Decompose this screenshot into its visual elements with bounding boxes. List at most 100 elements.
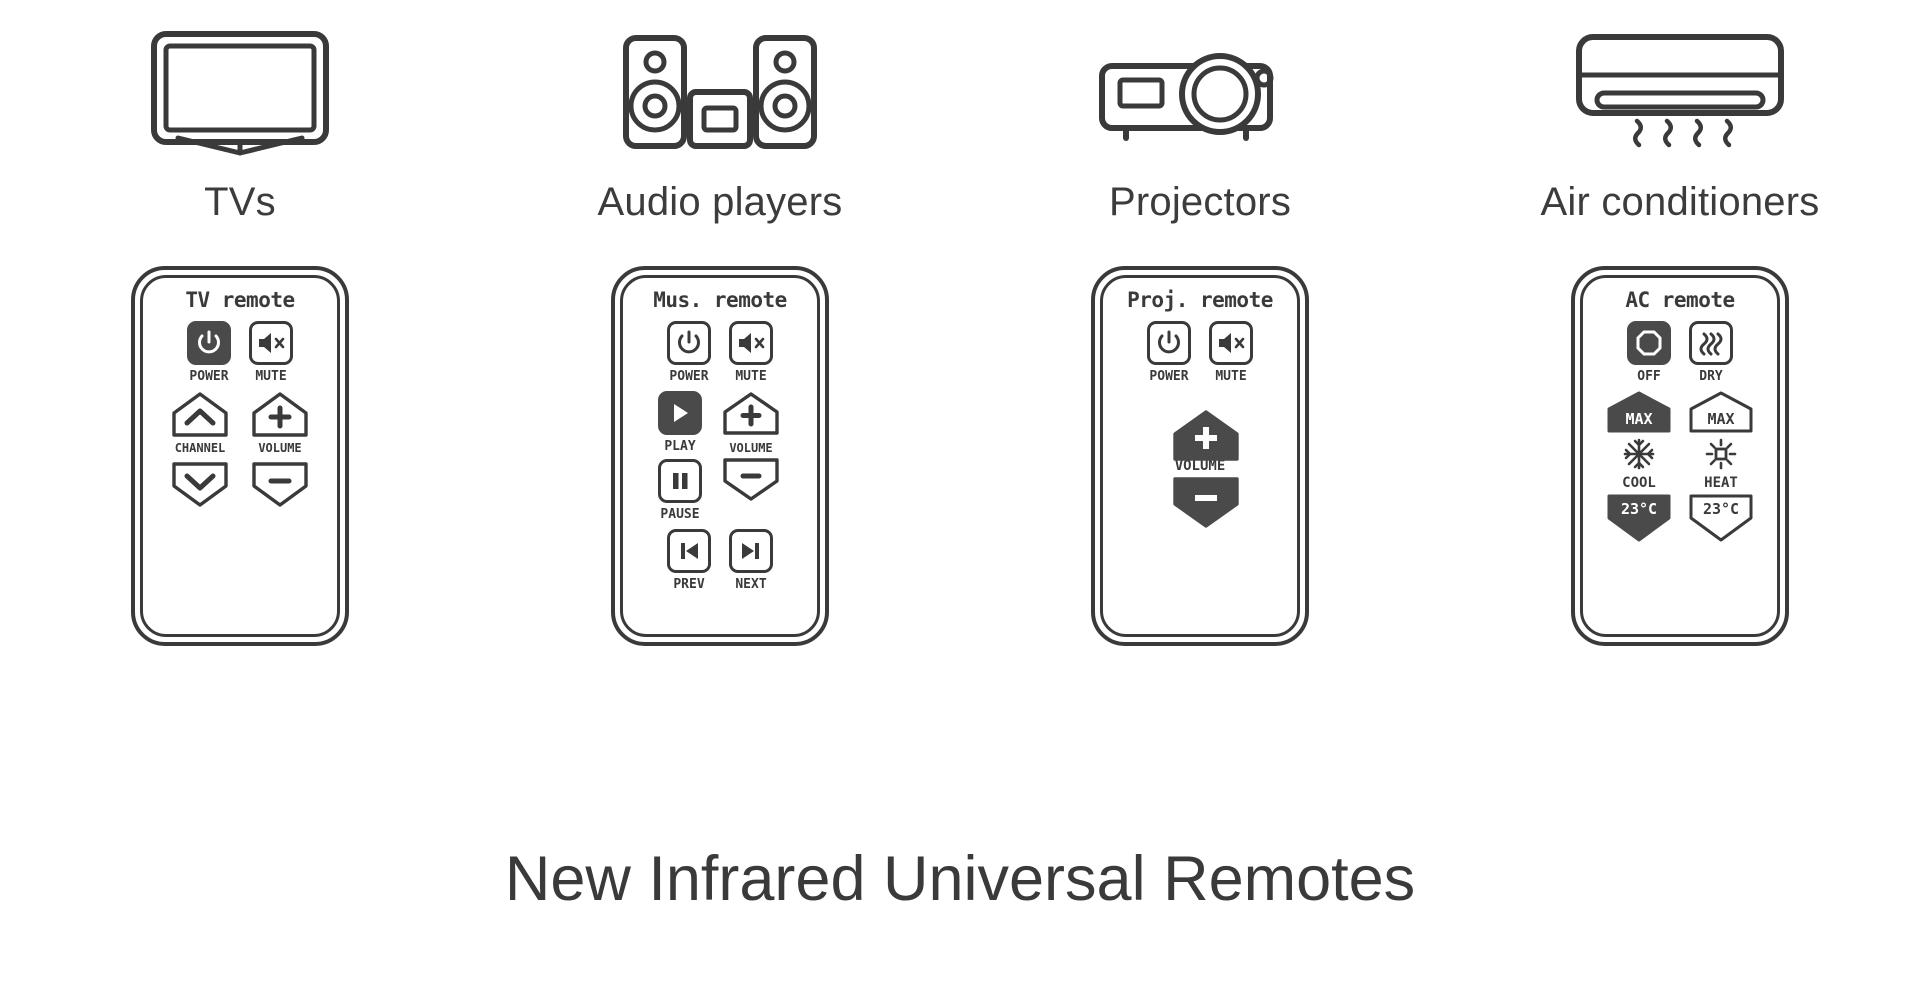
ac-cool-temp-button[interactable]: 23°C (1604, 494, 1674, 542)
poster-canvas: TVs TV remote POWER MUTE CHANNEL VOLUME … (0, 0, 1920, 995)
tv-remote-body: TV remote POWER MUTE CHANNEL VOLUME (131, 266, 349, 646)
mus-prev-button[interactable] (667, 529, 711, 573)
mus-remote-mid: PLAY PAUSE VOLUME (623, 391, 817, 521)
projector-icon (960, 0, 1440, 170)
tv-mute-label: MUTE (255, 369, 287, 384)
proj-volume-label: VOLUME (1174, 458, 1226, 474)
ac-dry-group[interactable]: DRY (1689, 321, 1733, 383)
mus-mute-group[interactable]: MUTE (729, 321, 773, 383)
air-conditioner-icon (1440, 0, 1920, 170)
mus-power-button[interactable] (667, 321, 711, 365)
proj-remote[interactable]: Proj. remote POWER MUTE VOLUME (1091, 266, 1309, 646)
ac-heat-temp-text: 23°C (1703, 500, 1739, 518)
ac-off-label: OFF (1637, 369, 1661, 384)
mus-volume-column: VOLUME (720, 391, 782, 521)
category-column-tvs: TVs TV remote POWER MUTE CHANNEL VOLUME (0, 0, 480, 646)
ac-heat-label: HEAT (1704, 475, 1738, 491)
category-column-audio-players: Audio players Mus. remote POWER MUTE PLA… (480, 0, 960, 646)
tv-power-button[interactable] (187, 321, 231, 365)
mus-volume-up-button[interactable] (720, 391, 782, 437)
ac-off-group[interactable]: OFF (1627, 321, 1671, 383)
ac-heat-temp-button[interactable]: 23°C (1686, 494, 1756, 542)
tv-remote-up-row (143, 391, 337, 437)
proj-volume-up-button[interactable] (1169, 409, 1239, 461)
tv-volume-label: VOLUME (258, 441, 302, 455)
mus-remote-top-row: POWER MUTE (623, 321, 817, 383)
mus-next-label: NEXT (735, 577, 767, 592)
proj-remote-top-row: POWER MUTE (1103, 321, 1297, 383)
mus-remote-body: Mus. remote POWER MUTE PLAY PAUSE VOLUME… (611, 266, 829, 646)
tv-volume-down-button[interactable] (249, 462, 311, 508)
category-label-tvs: TVs (204, 180, 276, 224)
proj-volume-down-button[interactable] (1169, 477, 1239, 528)
proj-mute-button[interactable] (1209, 321, 1253, 365)
ac-remote[interactable]: AC remote OFF DRY MAX COOL 23°C MAX HEAT… (1571, 266, 1789, 646)
tv-channel-label: CHANNEL (174, 441, 226, 455)
mus-play-label: PLAY (664, 439, 696, 454)
ac-heat-max-text: MAX (1707, 410, 1734, 428)
mus-next-group[interactable]: NEXT (729, 529, 773, 591)
mus-play-button[interactable] (658, 391, 702, 435)
mus-transport-column: PLAY PAUSE (658, 391, 702, 521)
mus-next-button[interactable] (729, 529, 773, 573)
mus-pause-label: PAUSE (660, 507, 700, 522)
mus-prev-label: PREV (673, 577, 705, 592)
mus-mute-label: MUTE (735, 369, 767, 384)
category-column-air-conditioners: Air conditioners AC remote OFF DRY MAX C… (1440, 0, 1920, 646)
mus-power-group[interactable]: POWER (667, 321, 711, 383)
ac-remote-top-row: OFF DRY (1583, 321, 1777, 383)
proj-power-group[interactable]: POWER (1147, 321, 1191, 383)
tv-power-label: POWER (189, 369, 229, 384)
tv-mute-button[interactable] (249, 321, 293, 365)
sun-icon (1705, 438, 1737, 470)
ac-cool-temp-text: 23°C (1621, 500, 1657, 518)
ac-heat-column: MAX HEAT 23°C (1686, 391, 1756, 542)
category-label-air-conditioners: Air conditioners (1540, 180, 1820, 224)
tv-volume-up-button[interactable] (249, 391, 311, 437)
mus-volume-down-button[interactable] (720, 458, 782, 504)
mus-remote-face: Mus. remote POWER MUTE PLAY PAUSE VOLUME… (620, 275, 820, 637)
mus-mute-button[interactable] (729, 321, 773, 365)
proj-power-button[interactable] (1147, 321, 1191, 365)
tv-remote-face: TV remote POWER MUTE CHANNEL VOLUME (140, 275, 340, 637)
category-label-audio-players: Audio players (597, 180, 843, 224)
category-column-projectors: Projectors Proj. remote POWER MUTE VOLUM… (960, 0, 1440, 646)
ac-remote-modes: MAX COOL 23°C MAX HEAT 23°C (1583, 391, 1777, 542)
tv-power-group[interactable]: POWER (187, 321, 231, 383)
tv-mute-group[interactable]: MUTE (249, 321, 293, 383)
proj-remote-body: Proj. remote POWER MUTE VOLUME (1091, 266, 1309, 646)
ac-dry-button[interactable] (1689, 321, 1733, 365)
proj-mute-label: MUTE (1215, 369, 1247, 384)
tv-remote-title: TV remote (185, 288, 295, 312)
ac-remote-title: AC remote (1625, 288, 1735, 312)
ac-remote-body: AC remote OFF DRY MAX COOL 23°C MAX HEAT… (1571, 266, 1789, 646)
ac-off-button[interactable] (1627, 321, 1671, 365)
ac-cool-max-text: MAX (1625, 410, 1652, 428)
mus-remote-title: Mus. remote (653, 288, 787, 312)
mus-prev-group[interactable]: PREV (667, 529, 711, 591)
tv-remote-top-row: POWER MUTE (143, 321, 337, 383)
mus-power-label: POWER (669, 369, 709, 384)
tv-channel-down-button[interactable] (169, 462, 231, 508)
proj-mute-group[interactable]: MUTE (1209, 321, 1253, 383)
ac-heat-max-button[interactable]: MAX (1686, 391, 1756, 433)
ac-remote-face: AC remote OFF DRY MAX COOL 23°C MAX HEAT… (1580, 275, 1780, 637)
tv-icon (0, 0, 480, 170)
page-title: New Infrared Universal Remotes (504, 844, 1416, 914)
mus-remote-skip-row: PREV NEXT (623, 529, 817, 591)
ac-cool-column: MAX COOL 23°C (1604, 391, 1674, 542)
proj-remote-title: Proj. remote (1127, 288, 1273, 312)
tv-channel-up-button[interactable] (169, 391, 231, 437)
audio-system-icon (480, 0, 960, 170)
device-columns: TVs TV remote POWER MUTE CHANNEL VOLUME … (0, 0, 1920, 760)
proj-power-label: POWER (1149, 369, 1189, 384)
tv-remote[interactable]: TV remote POWER MUTE CHANNEL VOLUME (131, 266, 349, 646)
tv-remote-down-row (143, 462, 337, 508)
mus-volume-label: VOLUME (729, 441, 773, 455)
ac-cool-max-button[interactable]: MAX (1604, 391, 1674, 433)
mus-pause-button[interactable] (658, 459, 702, 503)
ac-dry-label: DRY (1699, 369, 1723, 384)
mus-remote[interactable]: Mus. remote POWER MUTE PLAY PAUSE VOLUME… (611, 266, 829, 646)
category-label-projectors: Projectors (1108, 180, 1292, 224)
ac-cool-label: COOL (1622, 475, 1656, 491)
